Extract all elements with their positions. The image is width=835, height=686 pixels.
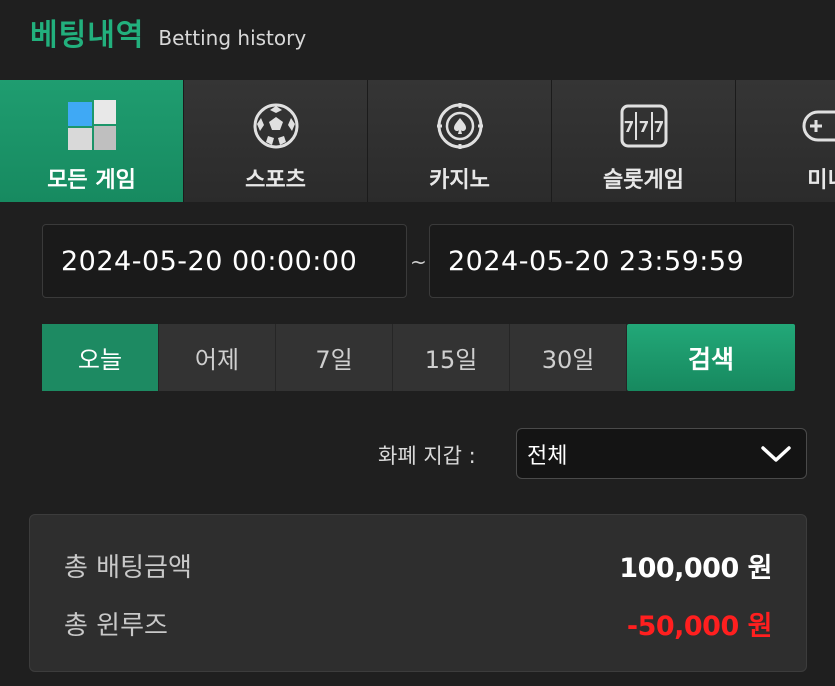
tab-sports[interactable]: 스포츠 bbox=[184, 80, 368, 202]
date-range-separator: ~ bbox=[410, 250, 427, 274]
soccer-ball-icon bbox=[248, 98, 304, 154]
chevron-down-icon bbox=[760, 443, 792, 471]
total-bet-row: 총 배팅금액 100,000 원 bbox=[64, 545, 772, 585]
tab-label: 슬롯게임 bbox=[603, 168, 684, 193]
currency-selected-value: 전체 bbox=[527, 443, 568, 469]
page-subtitle: Betting history bbox=[158, 26, 307, 50]
tab-label: 카지노 bbox=[429, 168, 490, 193]
tab-label: 미니 bbox=[807, 168, 835, 193]
period-yesterday-button[interactable]: 어제 bbox=[159, 324, 276, 391]
total-winloss-label: 총 윈루즈 bbox=[64, 610, 168, 641]
end-date-field[interactable]: 2024-05-20 23:59:59 bbox=[429, 224, 794, 298]
svg-text:7: 7 bbox=[638, 118, 648, 136]
total-winloss-value: -50,000 원 bbox=[626, 610, 773, 642]
period-15days-button[interactable]: 15일 bbox=[393, 324, 510, 391]
period-filter: 오늘 어제 7일 15일 30일 검색 bbox=[42, 324, 795, 391]
currency-wallet-select[interactable]: 전체 bbox=[516, 428, 807, 479]
tab-casino[interactable]: 카지노 bbox=[368, 80, 552, 202]
search-button[interactable]: 검색 bbox=[627, 324, 795, 391]
tab-label: 스포츠 bbox=[245, 168, 306, 193]
tab-all-games[interactable]: 모든 게임 bbox=[0, 80, 184, 202]
period-today-button[interactable]: 오늘 bbox=[42, 324, 159, 391]
page-title: 베팅내역 bbox=[30, 18, 145, 53]
gamepad-icon bbox=[800, 98, 835, 154]
svg-text:7: 7 bbox=[653, 118, 663, 136]
total-winloss-row: 총 윈루즈 -50,000 원 bbox=[64, 603, 773, 643]
total-bet-label: 총 배팅금액 bbox=[64, 552, 192, 583]
tab-slot-games[interactable]: 7 7 7 슬롯게임 bbox=[552, 80, 736, 202]
start-date-field[interactable]: 2024-05-20 00:00:00 bbox=[42, 224, 407, 298]
blocks-icon bbox=[64, 98, 120, 154]
game-category-tabs: 모든 게임 스포츠 카지노 7 7 7 슬롯게임 미 bbox=[0, 80, 835, 202]
period-30days-button[interactable]: 30일 bbox=[510, 324, 627, 391]
slot-machine-icon: 7 7 7 bbox=[616, 98, 672, 154]
period-7days-button[interactable]: 7일 bbox=[276, 324, 393, 391]
total-bet-value: 100,000 원 bbox=[619, 552, 772, 584]
page-header: 베팅내역 Betting history bbox=[30, 10, 306, 60]
casino-chip-icon bbox=[432, 98, 488, 154]
betting-summary-panel: 총 배팅금액 100,000 원 총 윈루즈 -50,000 원 bbox=[29, 514, 807, 672]
svg-text:7: 7 bbox=[623, 118, 633, 136]
tab-label: 모든 게임 bbox=[47, 168, 136, 193]
tab-mini[interactable]: 미니 bbox=[736, 80, 835, 202]
currency-wallet-label: 화폐 지갑 : bbox=[378, 444, 476, 468]
